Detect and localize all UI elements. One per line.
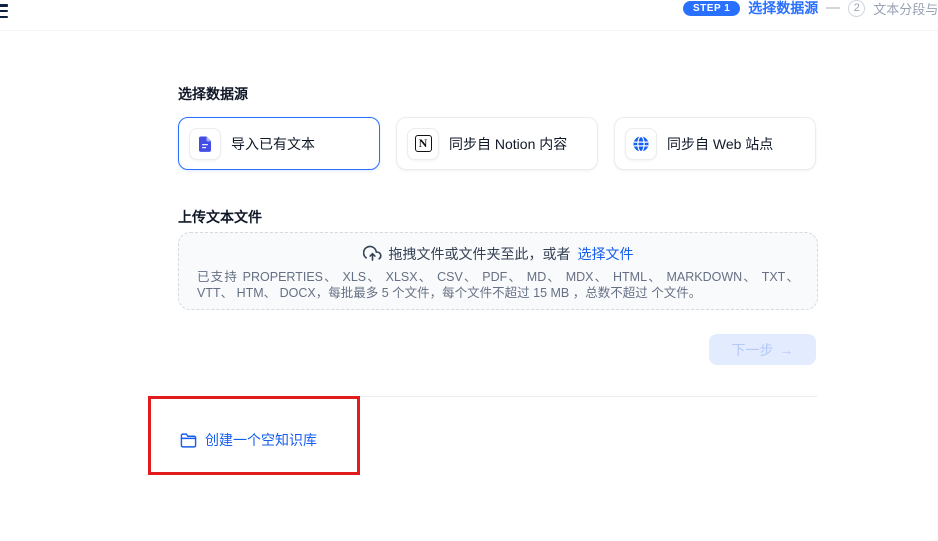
dropzone-instruction: 拖拽文件或文件夹至此，或者 选择文件 — [179, 244, 817, 264]
step2-label: 文本分段与清洗 — [873, 0, 938, 18]
upload-cloud-icon — [363, 245, 382, 264]
section-divider — [178, 396, 817, 397]
hamburger-icon[interactable] — [0, 4, 8, 18]
supported-formats-text: 已支持 PROPERTIES、 XLS、 XLSX、 CSV、 PDF、 MD、… — [197, 269, 799, 301]
next-step-label: 下一步 — [732, 340, 774, 360]
option-sync-web[interactable]: 同步自 Web 站点 — [614, 117, 816, 170]
next-step-button[interactable]: 下一步 → — [709, 334, 816, 365]
create-empty-kb-link[interactable]: 创建一个空知识库 — [180, 430, 317, 450]
create-knowledge-base-page: STEP 1 选择数据源 2 文本分段与清洗 选择数据源 导入已有文本 N — [0, 0, 938, 541]
folder-icon — [180, 432, 197, 449]
option-label: 同步自 Web 站点 — [667, 134, 773, 154]
file-text-icon — [189, 128, 221, 160]
step1-badge: STEP 1 — [683, 1, 740, 16]
option-label: 同步自 Notion 内容 — [449, 134, 567, 154]
step-indicator: STEP 1 选择数据源 2 文本分段与清洗 — [683, 0, 938, 16]
step-separator — [826, 7, 840, 9]
notion-icon: N — [407, 128, 439, 160]
upload-heading: 上传文本文件 — [178, 207, 262, 227]
step1-label: 选择数据源 — [748, 0, 818, 18]
option-import-text[interactable]: 导入已有文本 — [178, 117, 380, 170]
top-bar: STEP 1 选择数据源 2 文本分段与清洗 — [0, 0, 938, 31]
datasource-heading: 选择数据源 — [178, 84, 248, 104]
globe-icon — [625, 128, 657, 160]
browse-files-link[interactable]: 选择文件 — [578, 244, 634, 264]
dropzone-text: 拖拽文件或文件夹至此，或者 — [389, 244, 571, 264]
arrow-right-icon: → — [780, 342, 794, 358]
option-sync-notion[interactable]: N 同步自 Notion 内容 — [396, 117, 598, 170]
step2-number-badge: 2 — [848, 0, 865, 17]
file-dropzone[interactable]: 拖拽文件或文件夹至此，或者 选择文件 已支持 PROPERTIES、 XLS、 … — [178, 232, 818, 310]
option-label: 导入已有文本 — [231, 134, 315, 154]
datasource-options: 导入已有文本 N 同步自 Notion 内容 同步自 Web 站点 — [178, 117, 818, 170]
create-empty-kb-label: 创建一个空知识库 — [205, 430, 317, 450]
